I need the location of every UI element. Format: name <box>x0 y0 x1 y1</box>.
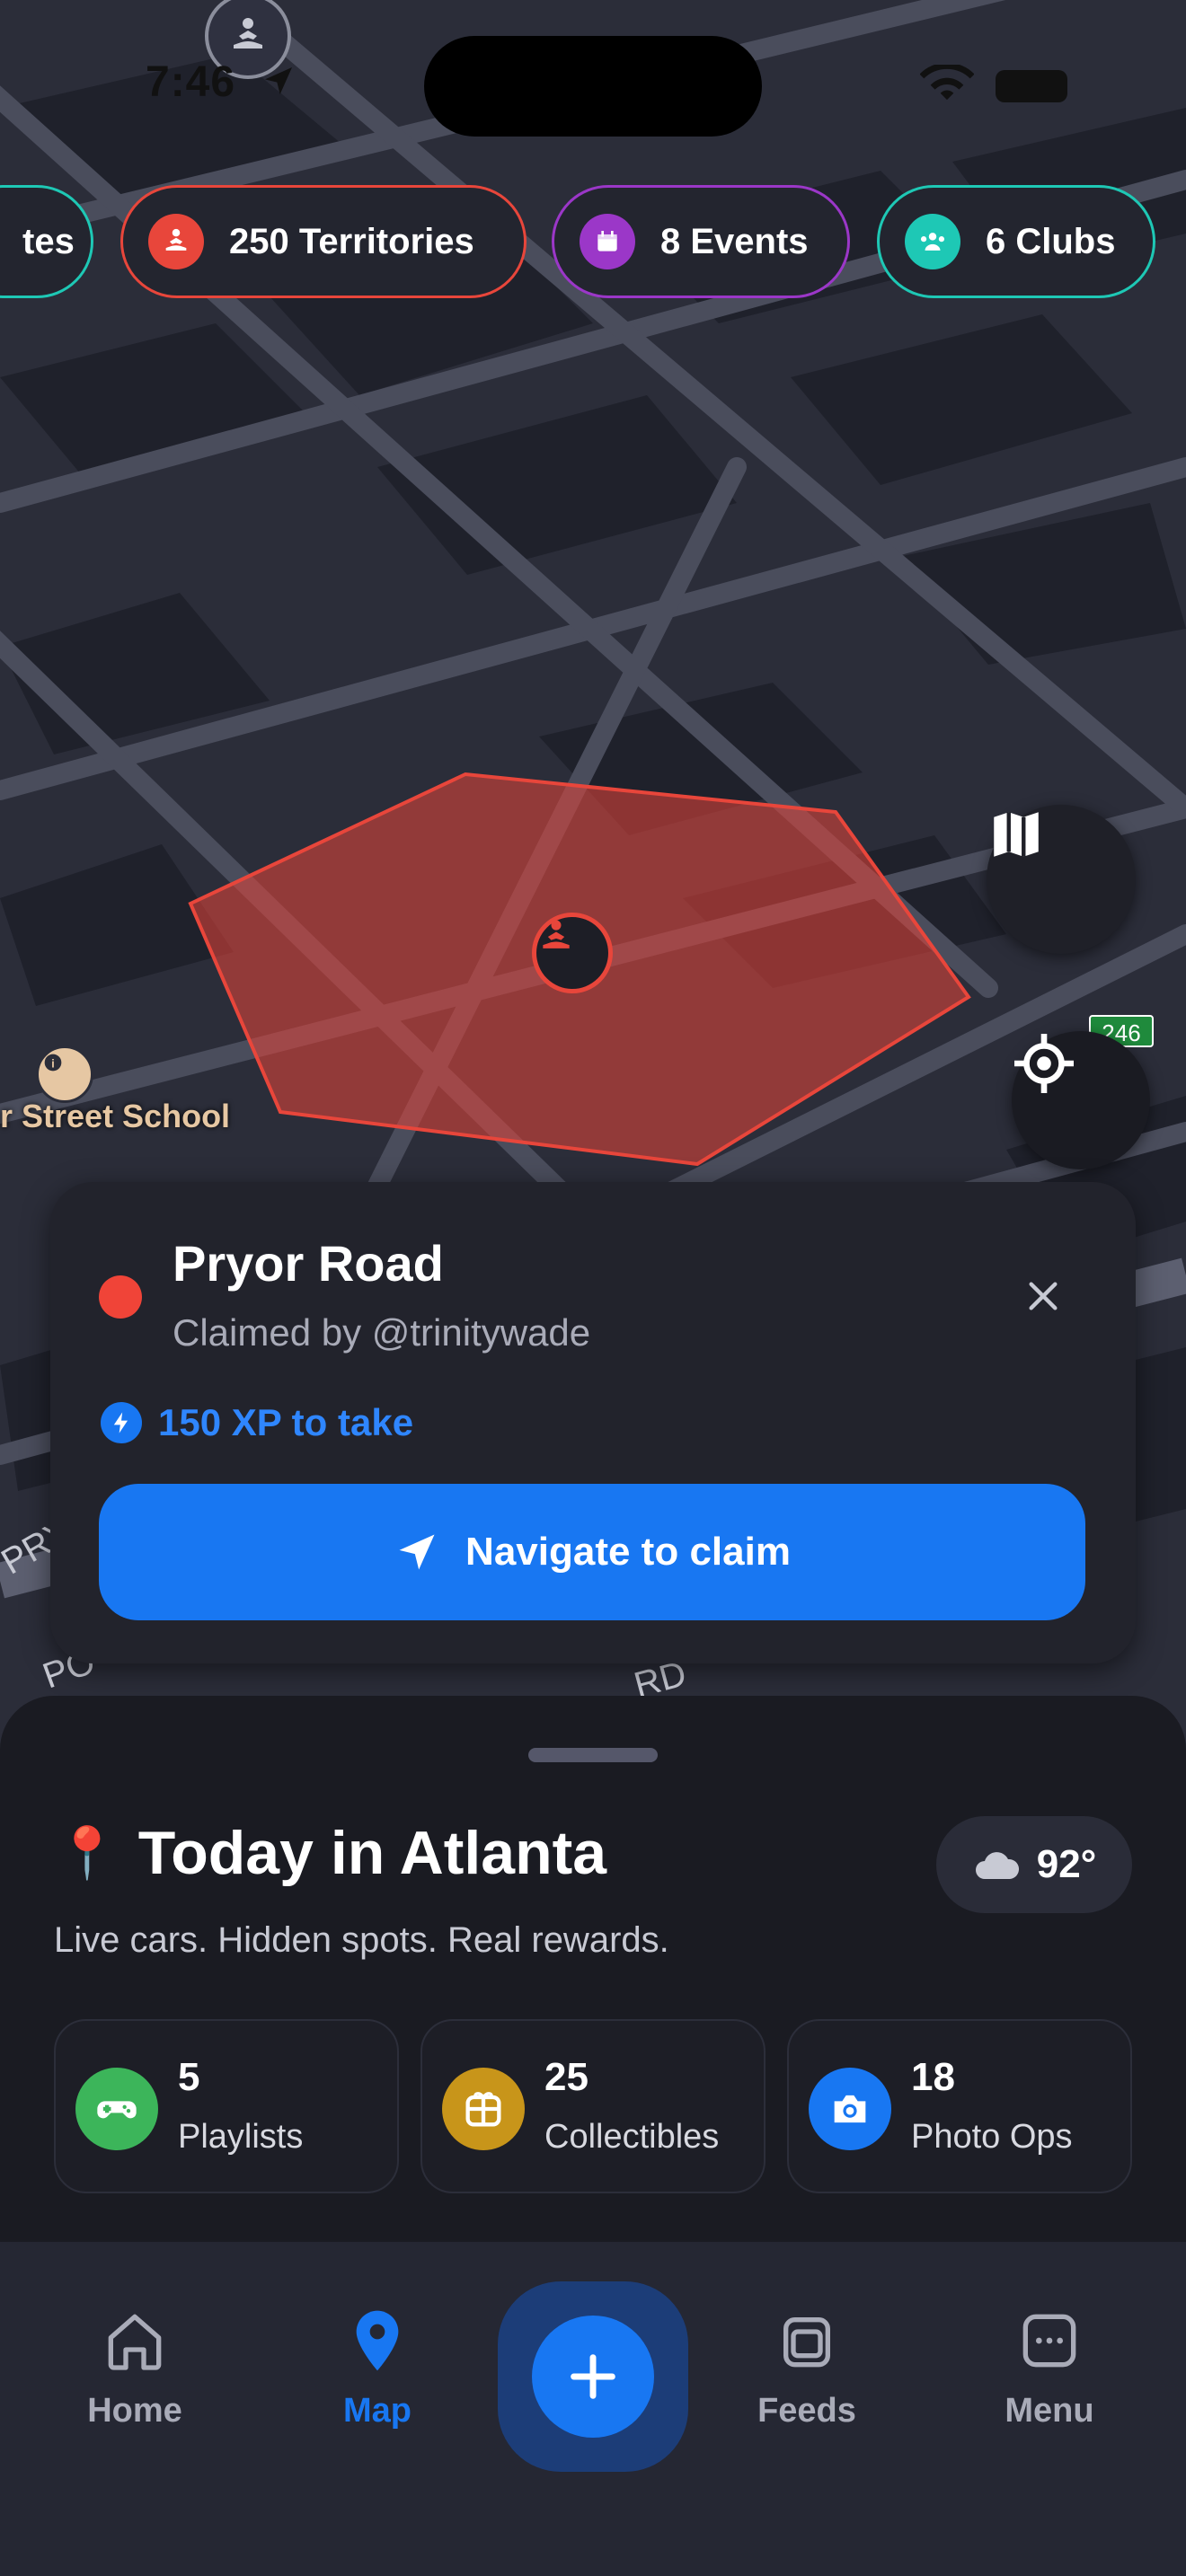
meditation-icon <box>543 920 570 948</box>
school-label: r Street School <box>0 1098 231 1134</box>
dynamic-island <box>424 36 762 137</box>
xp-row: 150 XP to take <box>101 1401 413 1444</box>
weather-badge[interactable]: 92° <box>936 1816 1132 1913</box>
today-title-row: 📍 Today in Atlanta <box>56 1818 606 1888</box>
xp-label: 150 XP to take <box>158 1401 414 1443</box>
camera-icon <box>809 2068 891 2150</box>
meditation-icon <box>234 18 262 49</box>
locate-button[interactable] <box>1012 1031 1150 1169</box>
territory-status-dot <box>99 1275 142 1319</box>
tab-home[interactable]: Home <box>45 2305 225 2430</box>
stat-label: Playlists <box>178 2118 304 2156</box>
location-arrow-icon <box>265 67 292 94</box>
tab-label: Map <box>343 2392 412 2430</box>
status-bar: 7:46 <box>0 0 1186 137</box>
battery-icon <box>996 70 1067 102</box>
create-button-inner <box>532 2316 654 2438</box>
plus-icon <box>571 2354 615 2399</box>
tab-feeds[interactable]: Feeds <box>717 2305 897 2430</box>
chip-clubs[interactable]: 6 Clubs <box>877 185 1155 298</box>
home-icon <box>108 2314 162 2370</box>
create-button[interactable] <box>498 2281 688 2472</box>
chip-sites[interactable]: tes <box>0 185 93 298</box>
stat-value: 25 <box>544 2055 589 2099</box>
stat-value: 18 <box>911 2055 955 2099</box>
territory-marker[interactable] <box>532 913 613 993</box>
gamepad-icon <box>75 2068 158 2150</box>
lightning-icon <box>101 1402 142 1443</box>
tab-label: Home <box>87 2392 182 2430</box>
stat-card-collectibles[interactable]: 25 Collectibles <box>420 2019 766 2193</box>
today-title: Today in Atlanta <box>137 1819 607 1887</box>
territory-owner: Claimed by @trinitywade <box>173 1311 591 1354</box>
tab-label: Menu <box>1005 2392 1094 2430</box>
close-icon <box>1029 1282 1058 1310</box>
sheet-grabber[interactable] <box>528 1748 658 1762</box>
menu-icon <box>1022 2314 1076 2368</box>
meditation-icon <box>148 214 204 269</box>
stat-card-playlists[interactable]: 5 Playlists <box>54 2019 399 2193</box>
territory-card: Pryor Road Claimed by @trinitywade 150 X… <box>50 1182 1136 1663</box>
status-time: 7:46 <box>146 58 236 106</box>
feeds-icon <box>783 2317 830 2368</box>
navigation-arrow-icon <box>399 1534 435 1570</box>
chip-events[interactable]: 8 Events <box>552 185 850 298</box>
today-subtitle: Live cars. Hidden spots. Real rewards. <box>54 1920 669 1960</box>
weather-temp: 92° <box>1036 1842 1097 1886</box>
group-icon <box>905 214 960 269</box>
gift-icon <box>442 2068 525 2150</box>
tab-label: Feeds <box>757 2392 856 2430</box>
navigate-label: Navigate to claim <box>465 1530 791 1574</box>
pin-icon: 📍 <box>56 1824 119 1881</box>
chip-territories[interactable]: 250 Territories <box>120 185 527 298</box>
cloud-icon <box>975 1852 1019 1879</box>
territory-title: Pryor Road <box>173 1235 444 1292</box>
close-button[interactable] <box>1012 1265 1075 1328</box>
crosshair-icon <box>1014 1034 1074 1093</box>
stat-label: Collectibles <box>544 2118 720 2156</box>
svg-text:i: i <box>51 1056 55 1070</box>
stat-label: Photo Ops <box>911 2118 1073 2156</box>
navigate-button[interactable]: Navigate to claim <box>99 1484 1085 1620</box>
stat-value: 5 <box>178 2055 200 2099</box>
filter-chips: tes 250 Territories 8 Events 6 Clubs <box>0 185 1186 302</box>
wifi-icon <box>920 65 974 101</box>
tab-menu[interactable]: Menu <box>960 2305 1139 2430</box>
school-poi-icon[interactable]: i <box>36 1045 93 1103</box>
map-icon <box>994 812 1039 857</box>
map-style-button[interactable] <box>987 805 1136 954</box>
tab-map[interactable]: Map <box>288 2305 467 2430</box>
map-pin-icon <box>356 2310 399 2371</box>
calendar-icon <box>580 214 635 269</box>
stat-card-photo-ops[interactable]: 18 Photo Ops <box>787 2019 1132 2193</box>
